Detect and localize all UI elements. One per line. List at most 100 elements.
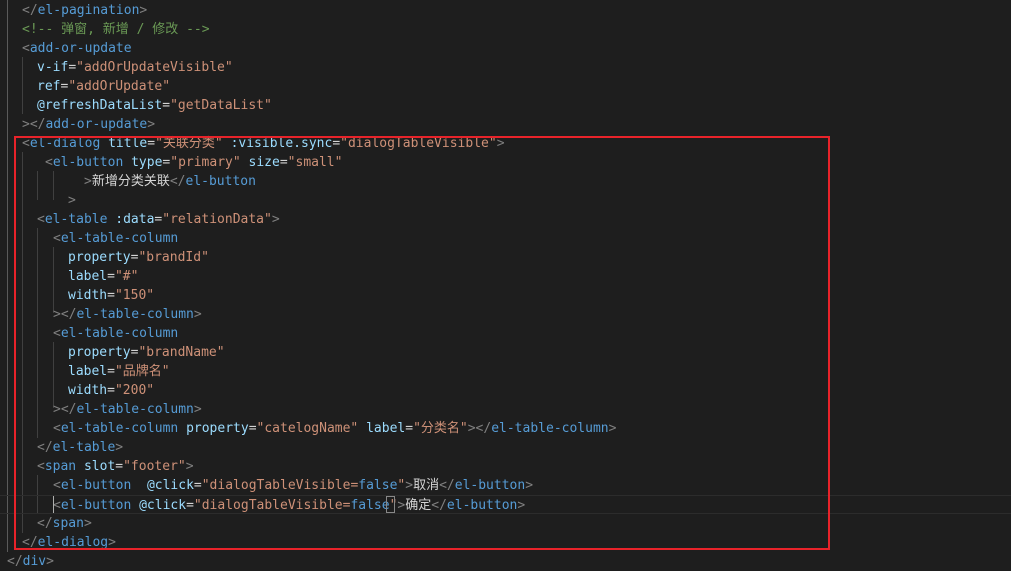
code-line: <span slot="footer"> bbox=[0, 457, 1011, 476]
code-token: add-or-update bbox=[45, 117, 148, 132]
code-token: el-table-column bbox=[491, 421, 609, 436]
code-token: :visible.sync bbox=[230, 136, 333, 151]
code-token: el-button bbox=[60, 498, 132, 513]
code-token: < bbox=[37, 459, 45, 474]
code-token: el-pagination bbox=[37, 3, 140, 18]
code-token: "dialogTableVisible" bbox=[340, 136, 497, 151]
code-line: <!-- 弹窗, 新增 / 修改 --> bbox=[0, 20, 1011, 39]
code-token: "分类名" bbox=[413, 421, 468, 436]
code-token: el-button bbox=[446, 498, 518, 513]
code-line: <el-table-column bbox=[0, 324, 1011, 343]
code-line: </span> bbox=[0, 514, 1011, 533]
code-token: v-if bbox=[37, 60, 69, 75]
code-token: = bbox=[107, 383, 115, 398]
code-token: "addOrUpdateVisible" bbox=[76, 60, 233, 75]
code-token: "dialogTableVisible= bbox=[193, 498, 351, 513]
code-token: > bbox=[608, 421, 617, 436]
code-line: </el-dialog> bbox=[0, 533, 1011, 552]
code-token: property bbox=[68, 345, 131, 360]
code-token: span bbox=[44, 459, 77, 474]
code-token: </ bbox=[169, 174, 186, 189]
code-token: "关联分类" bbox=[155, 136, 223, 151]
bracket-match-marker bbox=[386, 496, 395, 513]
code-token: "getDataList" bbox=[170, 98, 272, 113]
code-token: :data bbox=[115, 212, 155, 227]
code-token: label bbox=[366, 421, 406, 436]
code-token: < bbox=[45, 155, 53, 170]
code-token: "brandId" bbox=[138, 250, 209, 265]
code-token: = bbox=[248, 421, 257, 436]
code-token: "200" bbox=[114, 383, 155, 398]
code-line: >新增分类关联</el-button bbox=[0, 172, 1011, 191]
code-line: > bbox=[0, 191, 1011, 210]
code-token: < bbox=[37, 212, 45, 227]
code-token: el-button bbox=[185, 174, 256, 189]
code-token: = bbox=[193, 478, 202, 493]
code-token: < bbox=[53, 421, 61, 436]
code-token: 取消 bbox=[413, 478, 440, 493]
code-token: title bbox=[108, 136, 148, 151]
code-token: "relationData" bbox=[162, 212, 272, 227]
code-token: "brandName" bbox=[138, 345, 225, 360]
code-token: </ bbox=[431, 498, 447, 513]
code-token: "primary" bbox=[170, 155, 241, 170]
code-token: el-table-column bbox=[60, 231, 179, 246]
code-token: = bbox=[162, 98, 171, 113]
code-line: <el-table-column bbox=[0, 229, 1011, 248]
code-token: @click bbox=[146, 478, 194, 493]
code-token: > bbox=[46, 554, 54, 569]
code-token: "small" bbox=[287, 155, 343, 170]
code-line: ></add-or-update> bbox=[0, 115, 1011, 134]
code-token: "dialogTableVisible= bbox=[201, 478, 359, 493]
code-token: 新增分类关联 bbox=[91, 174, 170, 189]
code-token: el-dialog bbox=[29, 136, 101, 151]
code-line: ref="addOrUpdate" bbox=[0, 77, 1011, 96]
code-line: <el-button @click="dialogTableVisible=fa… bbox=[0, 476, 1011, 495]
code-token: slot bbox=[83, 459, 116, 474]
code-token: type bbox=[131, 155, 163, 170]
code-token: < bbox=[22, 136, 30, 151]
code-token: </ bbox=[37, 516, 53, 531]
code-line: property="brandName" bbox=[0, 343, 1011, 362]
code-editor[interactable]: </el-pagination> <!-- 弹窗, 新增 / 修改 --> <add… bbox=[0, 0, 1011, 571]
code-token: = bbox=[279, 155, 288, 170]
code-token: = bbox=[147, 136, 156, 151]
code-token: label bbox=[68, 269, 108, 284]
code-token: "footer" bbox=[123, 459, 186, 474]
code-token: false bbox=[350, 498, 390, 513]
code-token: > bbox=[496, 136, 505, 151]
code-token: el-table bbox=[52, 440, 116, 455]
code-token: = bbox=[186, 498, 194, 513]
code-line: v-if="addOrUpdateVisible" bbox=[0, 58, 1011, 77]
code-token: = bbox=[68, 60, 77, 75]
code-token: < bbox=[53, 478, 61, 493]
code-token: <!-- 弹窗, 新增 / 修改 --> bbox=[22, 22, 210, 37]
code-line: width="150" bbox=[0, 286, 1011, 305]
code-token: div bbox=[22, 554, 47, 569]
code-token: ></ bbox=[467, 421, 492, 436]
code-token: ref bbox=[37, 79, 61, 94]
code-token: "#" bbox=[114, 269, 139, 284]
code-token: "catelogName" bbox=[256, 421, 359, 436]
code-token: "150" bbox=[114, 288, 155, 303]
code-line: property="brandId" bbox=[0, 248, 1011, 267]
code-token: width bbox=[68, 288, 108, 303]
code-token: el-table-column bbox=[60, 421, 179, 436]
code-token: > bbox=[84, 174, 92, 189]
code-token: label bbox=[68, 364, 108, 379]
code-token: </ bbox=[439, 478, 455, 493]
code-line: <el-dialog title="关联分类" :visible.sync="d… bbox=[0, 134, 1011, 153]
text-cursor bbox=[53, 496, 54, 513]
code-line: <el-button type="primary" size="small" bbox=[0, 153, 1011, 172]
code-token: </ bbox=[22, 3, 38, 18]
code-token: > bbox=[139, 3, 148, 18]
code-token: </ bbox=[22, 535, 38, 550]
code-token: = bbox=[332, 136, 341, 151]
code-token: = bbox=[107, 364, 115, 379]
